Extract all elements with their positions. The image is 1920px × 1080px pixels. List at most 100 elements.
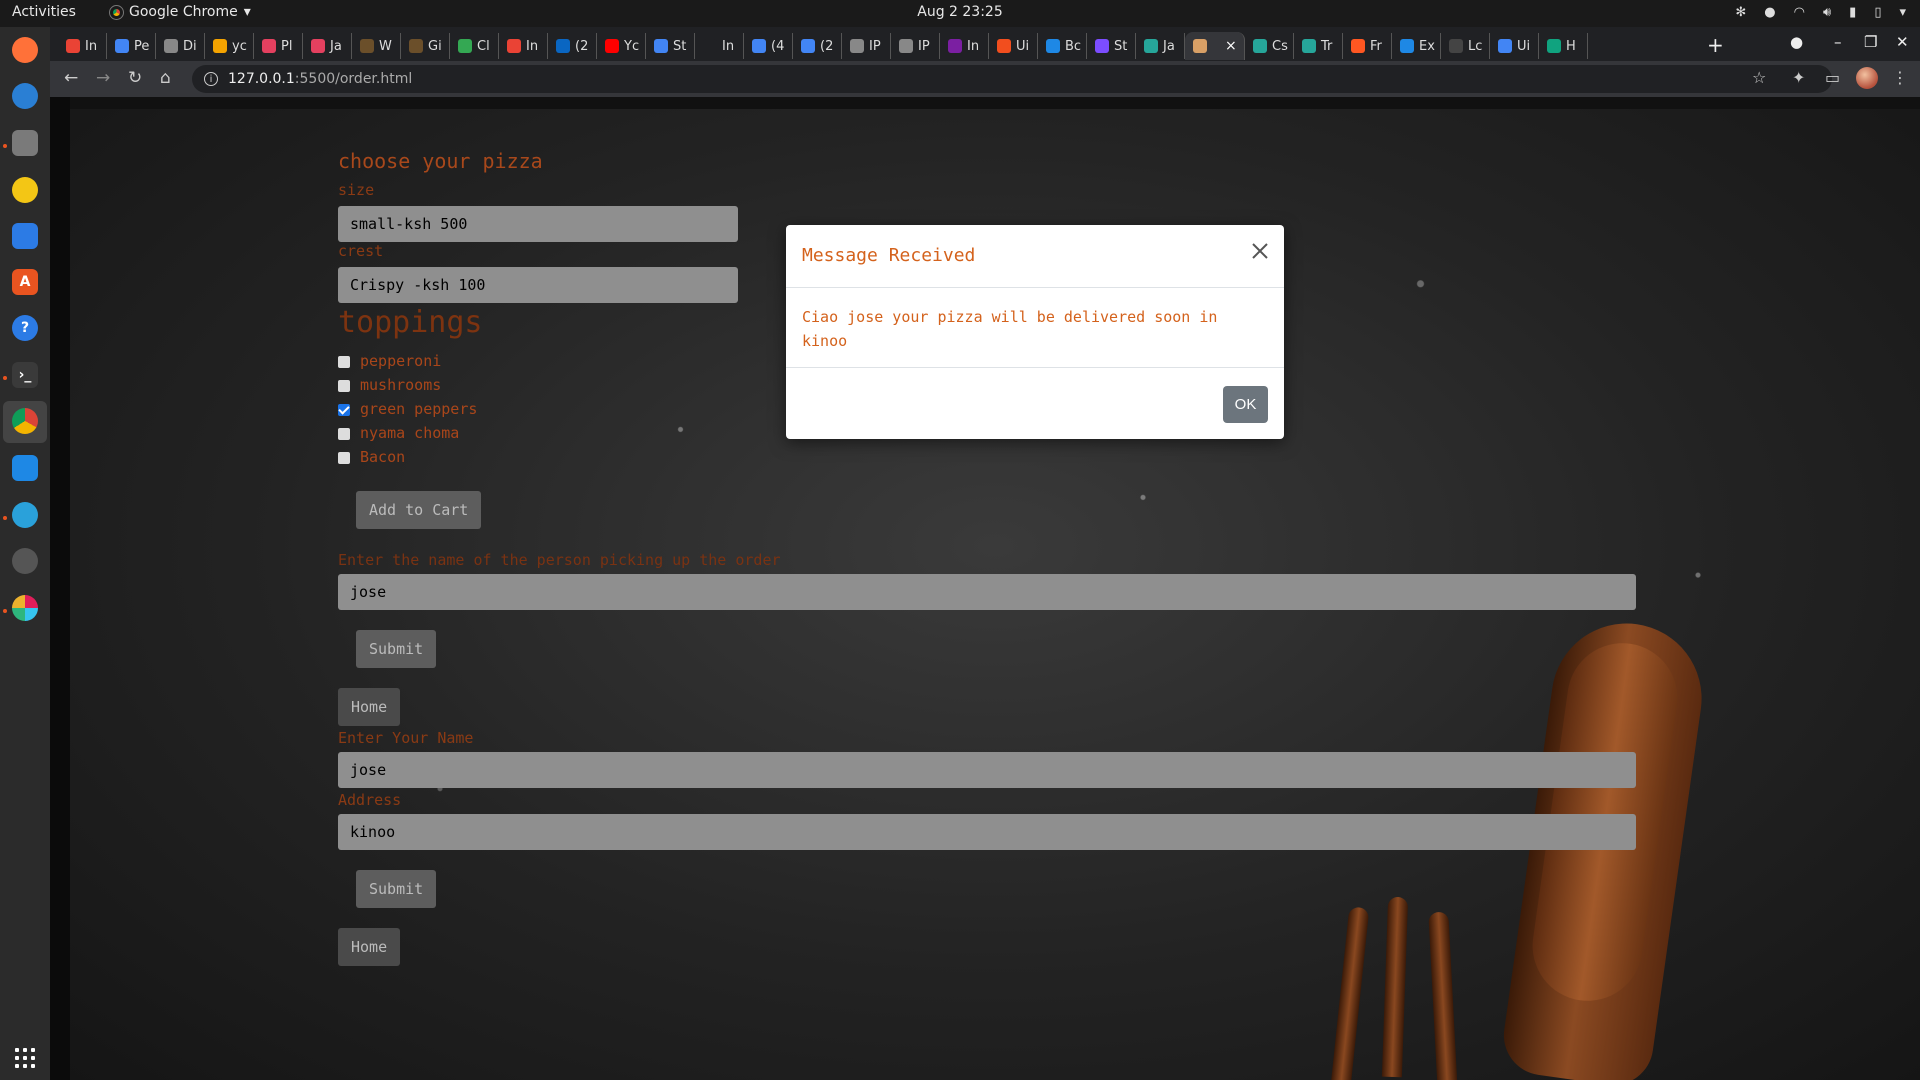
back-icon[interactable]: ← xyxy=(64,68,78,88)
browser-tab[interactable]: (2 xyxy=(548,33,597,59)
telegram-icon[interactable] xyxy=(12,502,38,528)
writer-icon[interactable] xyxy=(12,223,38,249)
profile-avatar[interactable] xyxy=(1856,67,1878,89)
browser-tab[interactable]: Gi xyxy=(401,33,450,59)
browser-tab[interactable]: Ex xyxy=(1392,33,1441,59)
show-applications-icon[interactable] xyxy=(15,1048,35,1068)
address-bar[interactable]: i 127.0.0.1:5500/order.html xyxy=(192,65,1832,93)
browser-tab[interactable]: Bc xyxy=(1038,33,1087,59)
home-icon[interactable]: ⌂ xyxy=(160,68,171,88)
topping-checkbox[interactable] xyxy=(338,452,350,464)
browser-tab[interactable]: Pe xyxy=(107,33,156,59)
files-icon[interactable] xyxy=(12,130,38,156)
browser-tab[interactable]: Tr xyxy=(1294,33,1343,59)
toppings-heading: toppings xyxy=(338,305,483,340)
tab-label: (4 xyxy=(771,38,785,54)
browser-tab[interactable]: H xyxy=(1539,33,1588,59)
thunderbird-icon[interactable] xyxy=(12,83,38,109)
modal-message: Ciao jose your pizza will be delivered s… xyxy=(802,308,1218,350)
topping-checkbox[interactable] xyxy=(338,356,350,368)
pickup-name-input[interactable]: jose xyxy=(338,574,1636,610)
browser-tab[interactable]: Fr xyxy=(1343,33,1392,59)
reload-icon[interactable]: ↻ xyxy=(128,68,142,88)
browser-tab[interactable]: Ui xyxy=(989,33,1038,59)
tab-search-icon[interactable]: ● xyxy=(1790,33,1803,51)
topping-checkbox[interactable] xyxy=(338,428,350,440)
kebab-menu-icon[interactable]: ⋮ xyxy=(1892,68,1908,87)
address-input[interactable]: kinoo xyxy=(338,814,1636,850)
help-icon[interactable]: ? xyxy=(12,315,38,341)
battery-icon[interactable]: ▯ xyxy=(1874,5,1881,20)
submit-pickup-button[interactable]: Submit xyxy=(356,630,437,668)
browser-tab[interactable]: In xyxy=(940,33,989,59)
volume-icon[interactable]: 🔊︎ xyxy=(1823,5,1831,20)
browser-tab[interactable]: Di xyxy=(156,33,205,59)
browser-tab[interactable]: Cs xyxy=(1245,33,1294,59)
wifi-icon[interactable]: ◠ xyxy=(1794,5,1805,20)
browser-tab[interactable]: (4 xyxy=(744,33,793,59)
browser-tab[interactable]: Ui xyxy=(1490,33,1539,59)
new-tab-icon[interactable]: + xyxy=(1707,33,1724,57)
software-center-icon[interactable]: A xyxy=(12,269,38,295)
system-tray[interactable]: ✻ ● ◠ 🔊︎ ▮ ▯ ▾ xyxy=(1735,5,1906,20)
browser-tab[interactable]: Pl xyxy=(254,33,303,59)
topping-checkbox[interactable] xyxy=(338,404,350,416)
browser-tab[interactable]: IP xyxy=(842,33,891,59)
browser-tab[interactable]: × xyxy=(1185,32,1245,60)
size-select[interactable]: small-ksh 500 xyxy=(338,206,738,242)
rhythmbox-icon[interactable] xyxy=(12,177,38,203)
site-info-icon[interactable]: i xyxy=(204,72,218,86)
tab-favicon-icon xyxy=(556,39,570,53)
browser-tab[interactable]: In xyxy=(499,33,548,59)
slack-tray-icon[interactable]: ✻ xyxy=(1735,5,1746,20)
maximize-icon[interactable]: ❐ xyxy=(1864,33,1877,51)
browser-tab[interactable]: Ja xyxy=(303,33,352,59)
tab-favicon-icon xyxy=(507,39,521,53)
browser-tab[interactable]: St xyxy=(646,33,695,59)
mic-icon[interactable]: ▮ xyxy=(1849,5,1856,20)
message-modal: Message Received Ciao jose your pizza wi… xyxy=(786,225,1284,439)
name-input[interactable]: jose xyxy=(338,752,1636,788)
browser-tab[interactable]: In xyxy=(695,33,744,59)
browser-tab[interactable]: St xyxy=(1087,33,1136,59)
close-window-icon[interactable]: ✕ xyxy=(1896,33,1909,51)
browser-tab[interactable]: IP xyxy=(891,33,940,59)
close-tab-icon[interactable]: × xyxy=(1225,38,1237,54)
tab-label: Di xyxy=(183,38,197,54)
ok-button[interactable]: OK xyxy=(1223,386,1268,423)
topping-label: pepperoni xyxy=(360,352,442,370)
browser-tab[interactable]: Yc xyxy=(597,33,646,59)
topping-checkbox[interactable] xyxy=(338,380,350,392)
forward-icon[interactable]: → xyxy=(96,68,110,88)
minimize-icon[interactable]: – xyxy=(1834,33,1842,51)
power-menu-icon[interactable]: ▾ xyxy=(1899,5,1906,20)
browser-tab[interactable]: Cl xyxy=(450,33,499,59)
cast-icon[interactable]: ▭ xyxy=(1825,68,1840,87)
tab-favicon-icon xyxy=(311,39,325,53)
extensions-icon[interactable]: ✦ xyxy=(1792,68,1805,87)
close-icon[interactable] xyxy=(1248,239,1272,263)
settings-icon[interactable] xyxy=(12,548,38,574)
browser-tab[interactable]: Ja xyxy=(1136,33,1185,59)
browser-tab[interactable]: (2 xyxy=(793,33,842,59)
chrome-tray-icon[interactable]: ● xyxy=(1764,5,1775,20)
terminal-icon[interactable]: ›_ xyxy=(12,362,38,388)
slack-icon[interactable] xyxy=(12,595,38,621)
tab-favicon-icon xyxy=(262,39,276,53)
chrome-icon[interactable] xyxy=(12,408,38,434)
tab-favicon-icon xyxy=(164,39,178,53)
home-button[interactable]: Home xyxy=(338,928,401,966)
tab-favicon-icon xyxy=(752,39,766,53)
crust-select[interactable]: Crispy -ksh 100 xyxy=(338,267,738,303)
clock[interactable]: Aug 2 23:25 xyxy=(0,4,1920,20)
browser-tab[interactable]: In xyxy=(58,33,107,59)
submit-delivery-button[interactable]: Submit xyxy=(356,870,437,908)
browser-tab[interactable]: yc xyxy=(205,33,254,59)
home-button[interactable]: Home xyxy=(338,688,401,726)
firefox-icon[interactable] xyxy=(12,37,38,63)
vscode-icon[interactable] xyxy=(12,455,38,481)
browser-tab[interactable]: Lc xyxy=(1441,33,1490,59)
bookmark-star-icon[interactable]: ☆ xyxy=(1752,68,1766,87)
browser-tab[interactable]: W xyxy=(352,33,401,59)
add-to-cart-button[interactable]: Add to Cart xyxy=(356,491,482,529)
